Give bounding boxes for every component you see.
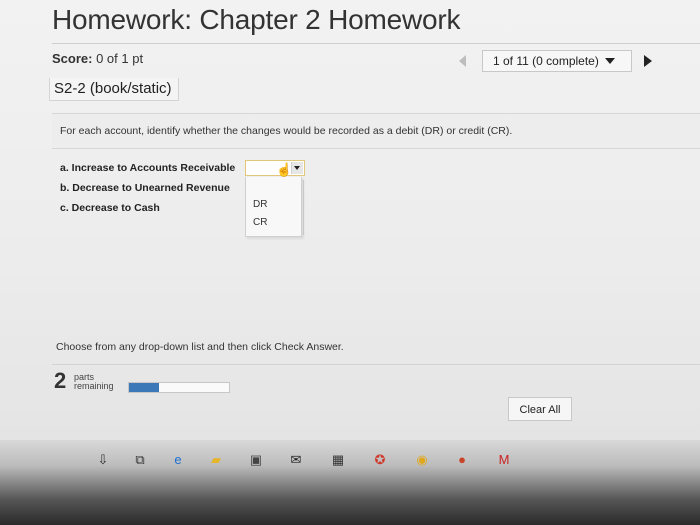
parts-remaining-label: parts remaining	[74, 373, 114, 391]
dropdown-option-dr[interactable]: DR	[253, 199, 267, 210]
score: Score: 0 of 1 pt	[52, 51, 143, 66]
app-icon[interactable]: ✪	[372, 452, 388, 468]
score-value: 0 of 1 pt	[96, 51, 144, 66]
question-id: S2-2 (book/static)	[49, 78, 179, 101]
previous-question-icon[interactable]	[459, 55, 466, 67]
upload-icon[interactable]: ⇩	[95, 452, 111, 468]
divider	[52, 43, 700, 44]
footer-instruction: Choose from any drop-down list and then …	[56, 341, 344, 353]
question-instruction: For each account, identify whether the c…	[60, 125, 513, 137]
chrome-icon[interactable]: ◉	[414, 452, 430, 468]
progress-fill	[129, 383, 159, 392]
score-label: Score:	[52, 51, 93, 66]
chevron-down-icon	[604, 58, 615, 64]
file-explorer-icon[interactable]: ▰	[208, 452, 224, 468]
item-c: c. Decrease to Cash	[60, 202, 160, 214]
item-a: a. Increase to Accounts Receivable	[60, 162, 236, 174]
parts-count: 2	[54, 368, 67, 393]
powerpoint-icon[interactable]: ●	[454, 452, 470, 468]
hand-cursor-icon: ☝	[276, 162, 293, 177]
parts-label-line2: remaining	[74, 381, 114, 391]
store-icon[interactable]: ▣	[248, 452, 264, 468]
task-view-icon[interactable]: ⧉	[132, 452, 148, 468]
dropdown-arrow-icon[interactable]	[291, 162, 303, 174]
question-select[interactable]: 1 of 11 (0 complete)	[482, 50, 632, 72]
dropdown-list: DR CR	[245, 177, 302, 237]
next-question-icon[interactable]	[644, 55, 652, 67]
calculator-icon[interactable]: ▦	[330, 452, 346, 468]
dropdown-option-cr[interactable]: CR	[253, 217, 267, 228]
screen-content: Homework: Chapter 2 Homework Score: 0 of…	[0, 0, 700, 440]
progress-bar	[128, 382, 230, 393]
clear-all-button[interactable]: Clear All	[508, 397, 572, 421]
divider	[52, 364, 700, 365]
item-b: b. Decrease to Unearned Revenue	[60, 182, 230, 194]
edge-icon[interactable]: e	[170, 452, 186, 468]
debit-credit-dropdown[interactable]: ☝	[245, 160, 305, 176]
question-select-value: 1 of 11 (0 complete)	[493, 54, 599, 68]
mcafee-icon[interactable]: M	[496, 452, 512, 468]
page-title: Homework: Chapter 2 Homework	[52, 4, 461, 35]
dropdown-divider	[303, 180, 304, 235]
mail-icon[interactable]: ✉	[288, 452, 304, 468]
